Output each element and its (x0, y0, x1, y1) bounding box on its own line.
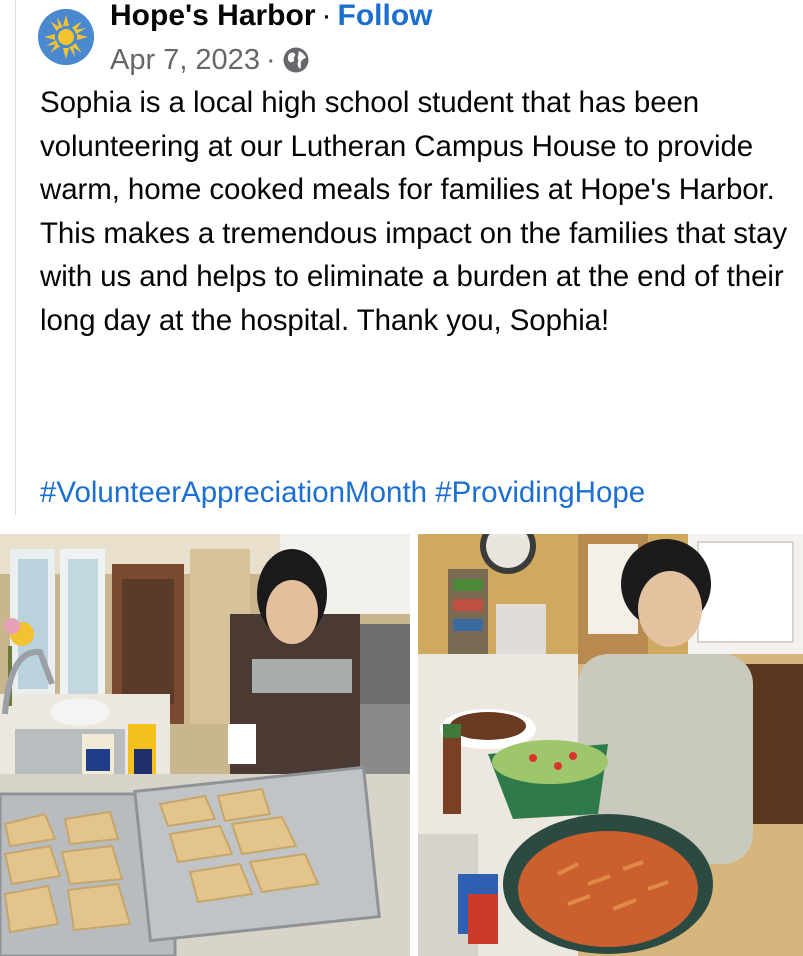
page-name-row: Hope's Harbor · Follow (110, 0, 433, 34)
kitchen-photo-image (0, 534, 410, 956)
sun-logo-icon (38, 9, 94, 65)
hashtag-providing-hope[interactable]: #ProvidingHope (435, 476, 645, 509)
follow-button[interactable]: Follow (338, 0, 433, 32)
globe-icon (283, 47, 309, 73)
post-meta: Apr 7, 2023 · (110, 42, 310, 78)
dinner-photo-image (418, 534, 803, 956)
post-body-text: Sophia is a local high school student th… (40, 86, 787, 337)
post-header: Hope's Harbor · Follow Apr 7, 2023 · (38, 0, 798, 80)
photo-kitchen-sandwiches[interactable] (0, 534, 410, 956)
post-date[interactable]: Apr 7, 2023 (110, 42, 260, 78)
name-separator: · (321, 0, 332, 32)
meta-separator: · (265, 44, 276, 76)
page-avatar[interactable] (38, 9, 94, 65)
hashtag-volunteer-appreciation-month[interactable]: #VolunteerAppreciationMonth (40, 476, 427, 509)
hashtag-row: #VolunteerAppreciationMonth #ProvidingHo… (40, 471, 645, 515)
page-name[interactable]: Hope's Harbor (110, 0, 316, 32)
feed-left-border (15, 0, 16, 515)
photo-dinner-table[interactable] (418, 534, 803, 956)
